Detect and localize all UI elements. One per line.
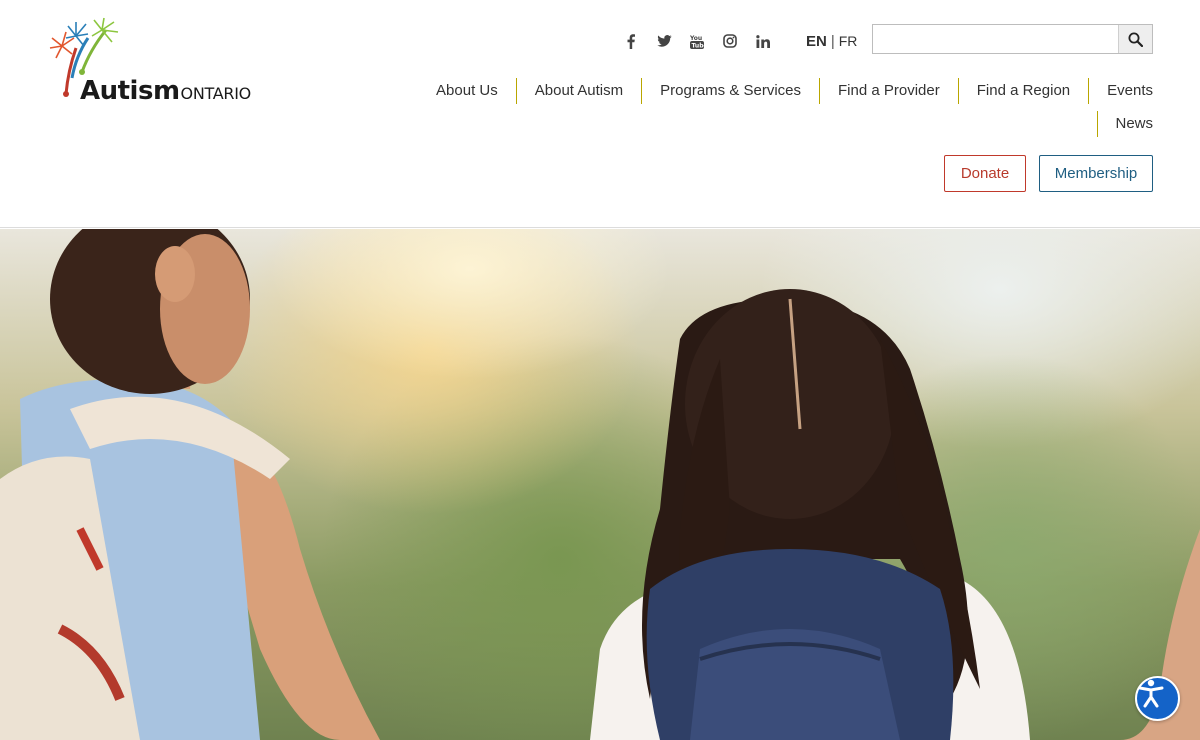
nav-news[interactable]: News	[1097, 111, 1153, 137]
nav-programs-services[interactable]: Programs & Services	[641, 78, 819, 104]
language-separator: |	[830, 33, 835, 50]
search-box	[872, 24, 1153, 54]
logo-wordmark: AutismONTARIO	[80, 76, 251, 106]
language-switcher: EN | FR	[806, 33, 857, 50]
search-input[interactable]	[873, 25, 1119, 53]
youtube-icon[interactable]: YouTube	[686, 31, 708, 51]
hero-children-illustration	[0, 229, 1200, 740]
facebook-icon[interactable]	[620, 31, 642, 51]
main-nav: About Us About Autism Programs & Service…	[418, 78, 1153, 104]
social-links: YouTube	[620, 31, 785, 51]
svg-text:You: You	[690, 35, 702, 42]
site-header: AutismONTARIO YouTube EN|FR About Us Abo…	[0, 0, 1200, 228]
membership-button[interactable]: Membership	[1039, 155, 1153, 192]
site-logo[interactable]: AutismONTARIO	[46, 16, 256, 106]
language-fr-link[interactable]: FR	[839, 33, 858, 49]
main-nav-row-2: News	[1097, 111, 1153, 137]
accessibility-button[interactable]	[1135, 676, 1180, 721]
logo-word-ontario: ONTARIO	[180, 84, 252, 103]
donate-button[interactable]: Donate	[944, 155, 1026, 192]
search-icon	[1128, 32, 1143, 47]
nav-about-us[interactable]: About Us	[418, 78, 516, 104]
nav-find-a-region[interactable]: Find a Region	[957, 78, 1088, 104]
nav-find-a-provider[interactable]: Find a Provider	[819, 78, 958, 104]
language-en-link[interactable]: EN	[806, 33, 827, 50]
hero-image	[0, 229, 1200, 740]
linkedin-icon[interactable]	[752, 31, 774, 51]
twitter-icon[interactable]	[653, 31, 675, 51]
instagram-icon[interactable]	[719, 31, 741, 51]
svg-text:Tube: Tube	[692, 42, 705, 49]
search-button[interactable]	[1118, 25, 1152, 53]
nav-about-autism[interactable]: About Autism	[515, 78, 641, 104]
logo-word-autism: Autism	[80, 76, 180, 106]
right-child-figure	[590, 289, 1030, 740]
accessibility-icon	[1138, 679, 1164, 708]
nav-events[interactable]: Events	[1088, 78, 1153, 104]
